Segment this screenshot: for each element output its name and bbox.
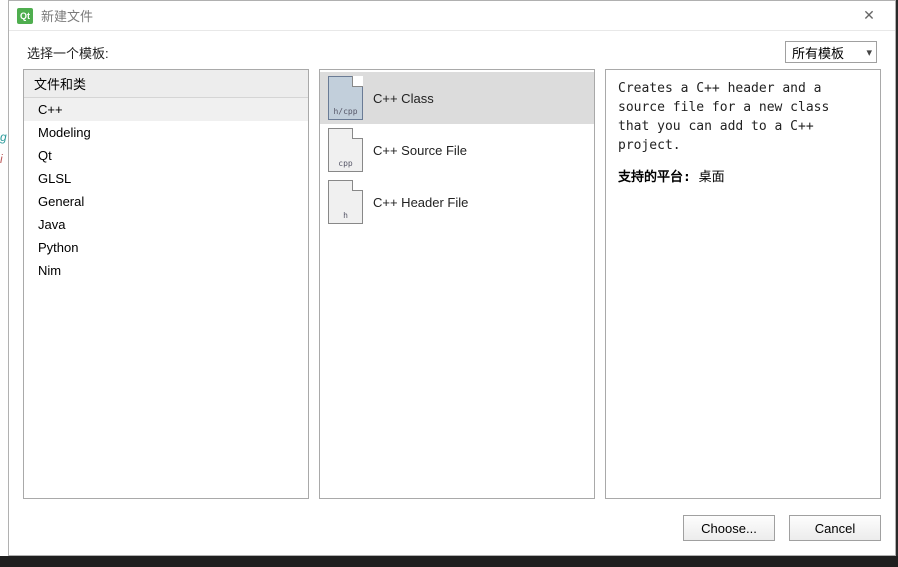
description-pane: Creates a C++ header and a source file f… [605,69,881,499]
close-icon[interactable]: ✕ [851,2,887,30]
description-text: Creates a C++ header and a source file f… [618,80,868,155]
file-icon: h/cpp [328,76,363,120]
template-label: C++ Source File [373,143,467,158]
category-item-python[interactable]: Python [24,236,308,259]
file-icon: cpp [328,128,363,172]
gutter-mark: i [0,152,3,166]
platform-label: 支持的平台: [618,170,691,185]
template-item-cpp-header[interactable]: h C++ Header File [320,176,594,228]
category-item-java[interactable]: Java [24,213,308,236]
category-item-glsl[interactable]: GLSL [24,167,308,190]
category-item-general[interactable]: General [24,190,308,213]
category-item-cpp[interactable]: C++ [24,98,308,121]
qt-icon: Qt [17,8,33,24]
category-item-qt[interactable]: Qt [24,144,308,167]
category-item-modeling[interactable]: Modeling [24,121,308,144]
prompt-label: 选择一个模板: [27,43,109,62]
platform-value: 桌面 [699,170,725,185]
editor-gutter: g i [0,0,8,556]
template-label: C++ Class [373,91,434,106]
dialog-body: 文件和类 C++ Modeling Qt GLSL General Java P… [9,69,895,507]
category-item-nim[interactable]: Nim [24,259,308,282]
category-pane: 文件和类 C++ Modeling Qt GLSL General Java P… [23,69,309,499]
template-pane: h/cpp C++ Class cpp C++ Source File h C+… [319,69,595,499]
choose-button[interactable]: Choose... [683,515,775,541]
gutter-mark: g [0,130,7,144]
ide-statusbar [0,556,898,567]
buttonbar: Choose... Cancel [9,507,895,555]
category-header: 文件和类 [24,70,308,98]
platform-line: 支持的平台: 桌面 [618,169,868,188]
filter-selected-value: 所有模板 [792,43,844,62]
new-file-dialog: Qt 新建文件 ✕ 选择一个模板: 所有模板 文件和类 C++ Modeling… [8,0,896,556]
topbar: 选择一个模板: 所有模板 [9,31,895,69]
template-item-cpp-class[interactable]: h/cpp C++ Class [320,72,594,124]
template-filter-dropdown[interactable]: 所有模板 [785,41,877,63]
file-icon: h [328,180,363,224]
window-title: 新建文件 [41,6,851,25]
template-label: C++ Header File [373,195,468,210]
titlebar: Qt 新建文件 ✕ [9,1,895,31]
template-item-cpp-source[interactable]: cpp C++ Source File [320,124,594,176]
cancel-button[interactable]: Cancel [789,515,881,541]
